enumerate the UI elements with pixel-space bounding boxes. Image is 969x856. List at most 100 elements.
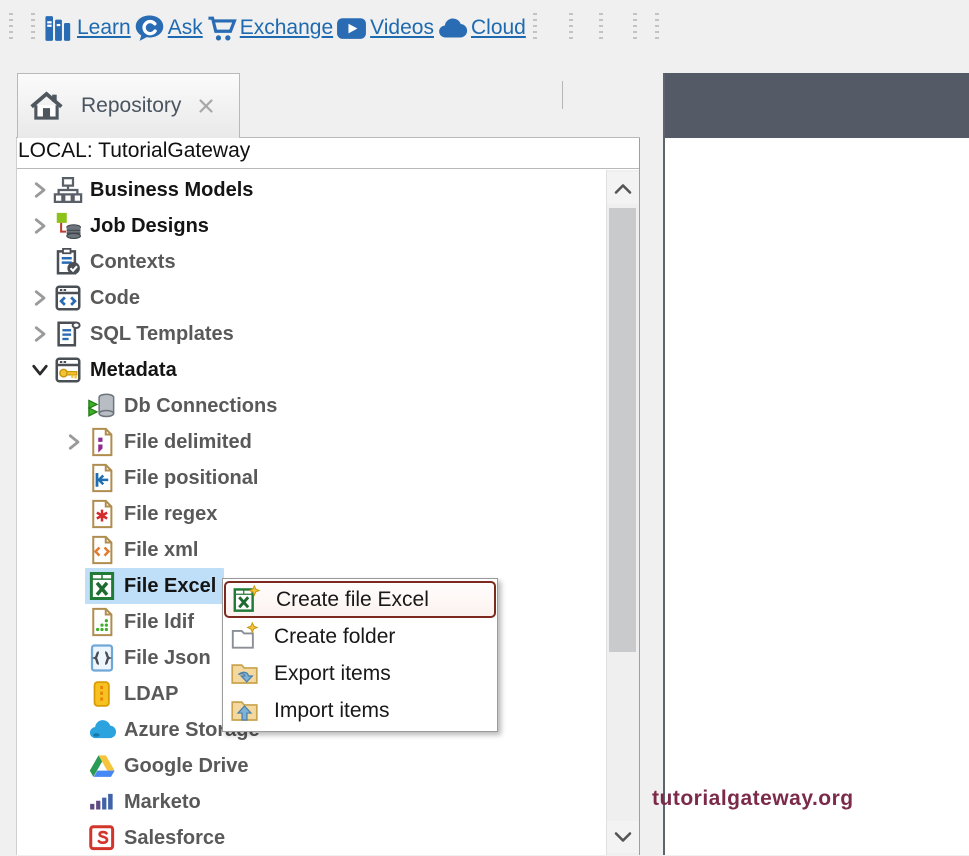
toolbar-link-label[interactable]: Videos: [370, 16, 434, 40]
tree-item-label: File Excel: [124, 575, 216, 598]
tree-expander[interactable]: [63, 575, 85, 597]
tree-item-sql-templates[interactable]: SQL Templates: [17, 316, 639, 352]
ask-link[interactable]: Ask: [133, 12, 203, 45]
tree-expander[interactable]: [63, 503, 85, 525]
tree-expander[interactable]: [29, 323, 51, 345]
cloud-link[interactable]: Cloud: [436, 12, 526, 45]
menu-item-icon: [230, 622, 259, 651]
tree-item-file-positional[interactable]: File positional: [17, 460, 639, 496]
tree-item-job-designs[interactable]: Job Designs: [17, 208, 639, 244]
tree-item-business-models[interactable]: Business Models: [17, 172, 639, 208]
close-icon[interactable]: [195, 95, 217, 117]
menu-item-icon: [230, 696, 259, 725]
scrollbar-down-button[interactable]: [607, 821, 639, 853]
tree-expander[interactable]: [29, 179, 51, 201]
tree-scrollbar[interactable]: [606, 170, 639, 855]
tree-item-db-connections[interactable]: Db Connections: [17, 388, 639, 424]
tree-row-inner: Metadata: [51, 352, 185, 388]
tree-expander[interactable]: [63, 395, 85, 417]
tree-expander[interactable]: [63, 647, 85, 669]
toolbar-grip: [655, 13, 659, 43]
editor-area: [663, 73, 969, 855]
exchange-link[interactable]: Exchange: [205, 12, 333, 45]
tree-expander[interactable]: [29, 251, 51, 273]
toolbar-link-label[interactable]: Exchange: [240, 16, 333, 40]
edit-properties-button[interactable]: [611, 27, 613, 29]
tree-item-label: File regex: [124, 503, 217, 526]
tree-row-inner: LDAP: [85, 676, 186, 712]
toolbar-grip: [31, 13, 35, 43]
tree-item-code[interactable]: Code: [17, 280, 639, 316]
import-button[interactable]: [645, 27, 647, 29]
cloud-icon: [436, 12, 469, 45]
menu-item-create-folder[interactable]: Create folder: [224, 618, 496, 655]
tree-item-icon: [87, 571, 117, 601]
export-button[interactable]: [623, 27, 625, 29]
tab-repository[interactable]: Repository: [17, 73, 240, 138]
toolbar-link-label[interactable]: Learn: [77, 16, 131, 40]
scrollbar-thumb[interactable]: [609, 208, 636, 652]
tree-row-inner: File regex: [85, 496, 225, 532]
tree-expander[interactable]: [63, 431, 85, 453]
save-button[interactable]: [21, 27, 23, 29]
tree-item-icon: [87, 787, 117, 817]
tree-item-file-regex[interactable]: File regex: [17, 496, 639, 532]
menu-item-icon: [232, 585, 261, 614]
tree-expander[interactable]: [63, 827, 85, 849]
tree-item-icon: [87, 679, 117, 709]
toolbar-grip: [633, 13, 637, 43]
tree-item-google-drive[interactable]: Google Drive: [17, 748, 639, 784]
videos-link[interactable]: Videos: [335, 12, 434, 45]
menu-item-label: Import items: [274, 699, 390, 723]
tree-row-inner: SQL Templates: [51, 316, 242, 352]
tree-row-inner: File delimited: [85, 424, 260, 460]
find-repository-button[interactable]: [545, 27, 547, 29]
repository-tree: Business Models Job Designs Contexts: [17, 169, 639, 856]
home-icon: [28, 89, 65, 123]
menu-item-icon: [230, 659, 259, 688]
tree-item-icon: [87, 427, 117, 457]
tree-item-file-delimited[interactable]: File delimited: [17, 424, 639, 460]
tree-item-label: Google Drive: [124, 755, 248, 778]
menu-item-label: Export items: [274, 662, 391, 686]
tree-item-label: File xml: [124, 539, 198, 562]
tree-item-icon: [53, 319, 83, 349]
tree-item-marketo[interactable]: Marketo: [17, 784, 639, 820]
tree-expander[interactable]: [63, 755, 85, 777]
toolbar-grip: [9, 13, 13, 43]
tree-item-label: Business Models: [90, 179, 253, 202]
tree-expander[interactable]: [63, 611, 85, 633]
tree-item-icon: [53, 247, 83, 277]
tree-item-salesforce[interactable]: Salesforce: [17, 820, 639, 856]
tree-expander[interactable]: [63, 791, 85, 813]
scrollbar-up-button[interactable]: [607, 172, 639, 204]
menu-item-import-items[interactable]: Import items: [224, 692, 496, 729]
tree-expander[interactable]: [63, 467, 85, 489]
toolbar-link-label[interactable]: Cloud: [471, 16, 526, 40]
learn-link[interactable]: Learn: [42, 12, 131, 45]
tree-row-inner: File ldif: [85, 604, 202, 640]
tree-expander[interactable]: [29, 287, 51, 309]
context-menu: Create file Excel Create folder Export i…: [222, 578, 498, 732]
tree-expander[interactable]: [29, 215, 51, 237]
menu-item-export-items[interactable]: Export items: [224, 655, 496, 692]
ask-chat-icon: [133, 12, 166, 45]
repository-tabstrip: Repository: [16, 73, 640, 138]
menu-item-create-file-excel[interactable]: Create file Excel: [224, 581, 496, 618]
tree-expander[interactable]: [63, 683, 85, 705]
toolbar-link-label[interactable]: Ask: [168, 16, 203, 40]
run-job-button[interactable]: [551, 27, 553, 29]
tree-item-label: Metadata: [90, 359, 177, 382]
tree-row-inner: Contexts: [51, 244, 184, 280]
project-settings-button[interactable]: [617, 27, 619, 29]
tree-expander[interactable]: [63, 719, 85, 741]
tree-item-label: Salesforce: [124, 827, 225, 850]
connections-button[interactable]: [581, 27, 583, 29]
toolbar-grip: [599, 13, 603, 43]
tree-item-file-xml[interactable]: File xml: [17, 532, 639, 568]
tree-item-metadata[interactable]: Metadata: [17, 352, 639, 388]
tree-expander[interactable]: [29, 359, 51, 381]
tree-expander[interactable]: [63, 539, 85, 561]
tree-item-icon: [87, 643, 117, 673]
tree-item-contexts[interactable]: Contexts: [17, 244, 639, 280]
